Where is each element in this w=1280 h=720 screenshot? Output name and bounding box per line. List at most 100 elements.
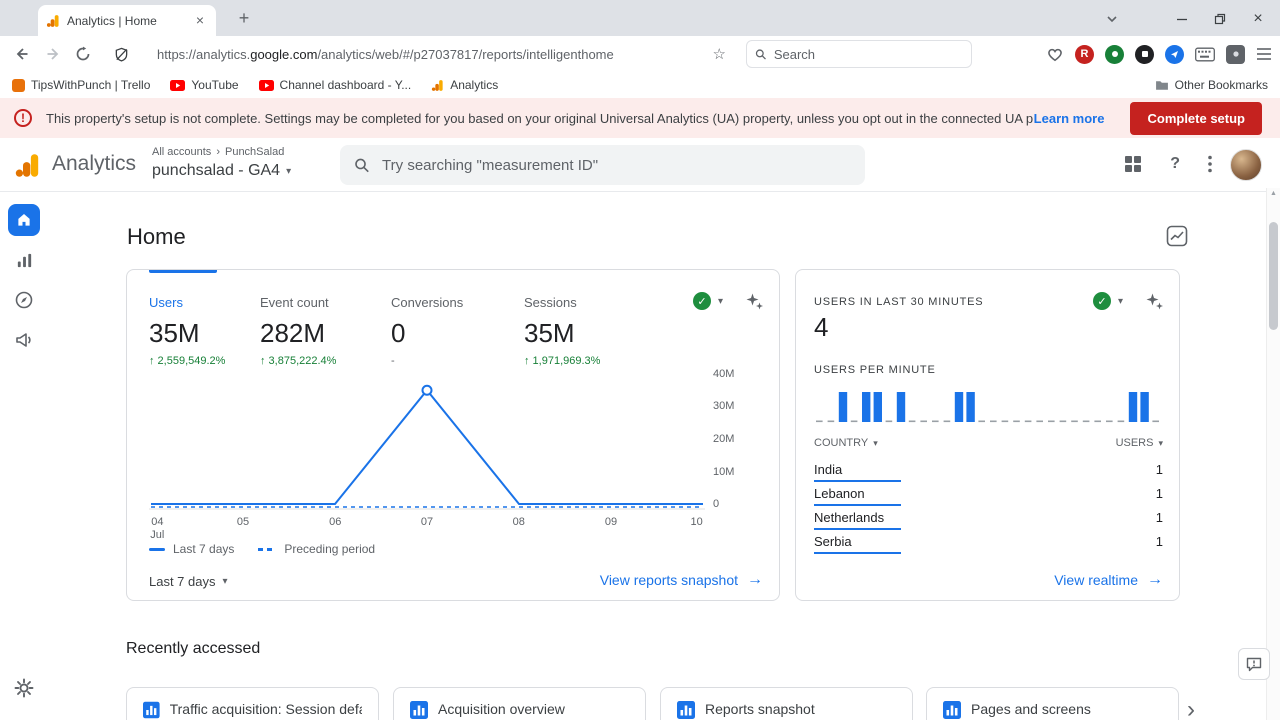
complete-setup-button[interactable]: Complete setup xyxy=(1130,102,1262,135)
users-column-header[interactable]: USERS▾ xyxy=(1116,437,1163,449)
recent-cards-next-chevron[interactable]: › xyxy=(1181,696,1201,720)
other-bookmarks-button[interactable]: Other Bookmarks xyxy=(1155,78,1268,92)
new-tab-button[interactable]: + xyxy=(233,8,255,30)
forward-button[interactable] xyxy=(42,43,64,65)
chevron-down-icon[interactable]: ▾ xyxy=(1118,296,1123,307)
property-selector[interactable]: punchsalad - GA4 ▾ xyxy=(152,162,291,180)
metric-tab-users[interactable]: Users 35M ↑ 2,559,549.2% xyxy=(149,295,260,367)
overview-card: Users 35M ↑ 2,559,549.2% Event count 282… xyxy=(126,269,780,601)
chevron-down-icon: ▾ xyxy=(1158,438,1163,449)
analytics-wordmark[interactable]: Analytics xyxy=(52,152,136,176)
extension-avatar-blue[interactable] xyxy=(1165,45,1184,64)
recent-card-reports-snapshot[interactable]: Reports snapshot xyxy=(660,687,913,720)
scroll-up-arrow-icon[interactable]: ▲ xyxy=(1267,190,1280,197)
folder-icon xyxy=(1155,80,1169,91)
arrow-right-icon: → xyxy=(1147,571,1163,589)
recent-card-acquisition-overview[interactable]: Acquisition overview xyxy=(393,687,646,720)
tab-close-icon[interactable]: × xyxy=(192,13,208,29)
user-avatar[interactable] xyxy=(1230,149,1262,181)
recent-card-traffic-acquisition[interactable]: Traffic acquisition: Session defa... xyxy=(126,687,379,720)
data-quality-check-icon[interactable]: ✓ xyxy=(693,292,711,310)
realtime-title: USERS IN LAST 30 MINUTES xyxy=(814,296,983,308)
recent-card-pages-and-screens[interactable]: Pages and screens xyxy=(926,687,1179,720)
browser-tab[interactable]: Analytics | Home × xyxy=(38,5,216,36)
feedback-button[interactable] xyxy=(1238,648,1270,680)
page-title: Home xyxy=(127,224,186,250)
left-nav xyxy=(0,192,48,720)
scrollbar-thumb[interactable] xyxy=(1269,222,1278,330)
analytics-favicon xyxy=(431,79,444,92)
keyboard-icon[interactable] xyxy=(1195,47,1215,62)
metric-tab-event-count[interactable]: Event count 282M ↑ 3,875,222.4% xyxy=(260,295,391,367)
setup-warning-banner: ! This property's setup is not complete.… xyxy=(0,98,1280,138)
main-content: Home Users 35M ↑ 2,559,549.2% Event coun… xyxy=(48,192,1280,720)
learn-more-link[interactable]: Learn more xyxy=(1034,111,1105,126)
gear-icon xyxy=(14,678,34,698)
bookmark-analytics[interactable]: Analytics xyxy=(431,78,498,92)
analytics-search-input[interactable] xyxy=(382,157,851,174)
sidebar-item-reports[interactable] xyxy=(12,248,36,272)
insights-sparkle-icon[interactable] xyxy=(746,292,764,310)
tab-search-chevron-icon[interactable] xyxy=(1102,9,1122,29)
browser-menu-icon[interactable] xyxy=(1256,47,1272,61)
heart-icon[interactable] xyxy=(1046,46,1064,63)
window-restore-button[interactable] xyxy=(1210,9,1230,29)
country-column-header[interactable]: COUNTRY▾ xyxy=(814,437,878,449)
sidebar-item-explore[interactable] xyxy=(12,288,36,312)
toolbar-search-box[interactable] xyxy=(746,40,972,68)
sidebar-item-admin[interactable] xyxy=(12,676,36,700)
y-axis-labels: 40M 30M 20M 10M 0 xyxy=(713,362,753,514)
breadcrumb-all-accounts[interactable]: All accounts xyxy=(152,146,211,158)
page-scrollbar[interactable]: ▲ xyxy=(1266,188,1280,720)
back-button[interactable] xyxy=(10,43,32,65)
table-row: India 1 xyxy=(814,460,1163,484)
analytics-favicon xyxy=(46,14,60,28)
card-actions: ✓ ▾ xyxy=(1093,292,1164,310)
view-reports-snapshot-link[interactable]: View reports snapshot → xyxy=(600,571,763,589)
account-switcher[interactable]: All accounts › PunchSalad punchsalad - G… xyxy=(152,146,291,180)
report-icon xyxy=(943,701,961,719)
bookmark-youtube[interactable]: YouTube xyxy=(170,78,238,92)
bookmark-channel-dashboard[interactable]: Channel dashboard - Y... xyxy=(259,78,412,92)
sidebar-item-advertising[interactable] xyxy=(12,328,36,352)
extension-avatar-dark[interactable] xyxy=(1135,45,1154,64)
analytics-logo-icon[interactable] xyxy=(14,152,41,179)
browser-tab-strip: Analytics | Home × + × xyxy=(0,0,1280,36)
help-icon[interactable]: ? xyxy=(1170,155,1180,173)
extension-avatar-r[interactable]: R xyxy=(1075,45,1094,64)
sidebar-item-home[interactable] xyxy=(8,204,40,236)
card-actions: ✓ ▾ xyxy=(693,292,764,310)
apps-grid-icon[interactable] xyxy=(1124,155,1142,173)
chevron-down-icon: ▾ xyxy=(873,438,878,449)
metric-tabs: Users 35M ↑ 2,559,549.2% Event count 282… xyxy=(127,270,779,367)
address-bar[interactable]: https://analytics.google.com/analytics/w… xyxy=(104,40,736,68)
realtime-users-value: 4 xyxy=(814,312,828,343)
chevron-down-icon[interactable]: ▾ xyxy=(718,296,723,307)
kebab-menu-icon[interactable] xyxy=(1208,155,1212,173)
window-close-button[interactable]: × xyxy=(1248,9,1268,29)
site-info-shield-icon[interactable] xyxy=(114,47,129,62)
insights-icon[interactable] xyxy=(1166,225,1188,247)
refresh-button[interactable] xyxy=(72,43,94,65)
extension-avatar-square[interactable] xyxy=(1226,45,1245,64)
breadcrumb-account[interactable]: PunchSalad xyxy=(225,146,284,158)
megaphone-icon xyxy=(14,330,34,350)
data-quality-check-icon[interactable]: ✓ xyxy=(1093,292,1111,310)
table-row: Lebanon 1 xyxy=(814,484,1163,508)
report-icon xyxy=(143,701,160,719)
window-minimize-button[interactable] xyxy=(1172,9,1192,29)
extension-avatar-green[interactable] xyxy=(1105,45,1124,64)
date-range-selector[interactable]: Last 7 days ▾ xyxy=(149,574,228,589)
metric-tab-conversions[interactable]: Conversions 0 - xyxy=(391,295,524,367)
view-realtime-link[interactable]: View realtime → xyxy=(1054,571,1163,589)
toolbar-search-input[interactable] xyxy=(774,47,963,62)
bookmark-star-icon[interactable]: ☆ xyxy=(713,45,726,63)
active-metric-indicator xyxy=(149,270,217,273)
bookmarks-bar: TipsWithPunch | Trello YouTube Channel d… xyxy=(0,72,1280,98)
insights-sparkle-icon[interactable] xyxy=(1146,292,1164,310)
chevron-down-icon: ▾ xyxy=(286,166,291,177)
country-value-bar xyxy=(814,480,901,482)
country-value-bar xyxy=(814,528,901,530)
analytics-search-bar[interactable] xyxy=(340,145,865,185)
bookmark-tipswithpunch[interactable]: TipsWithPunch | Trello xyxy=(12,78,150,92)
